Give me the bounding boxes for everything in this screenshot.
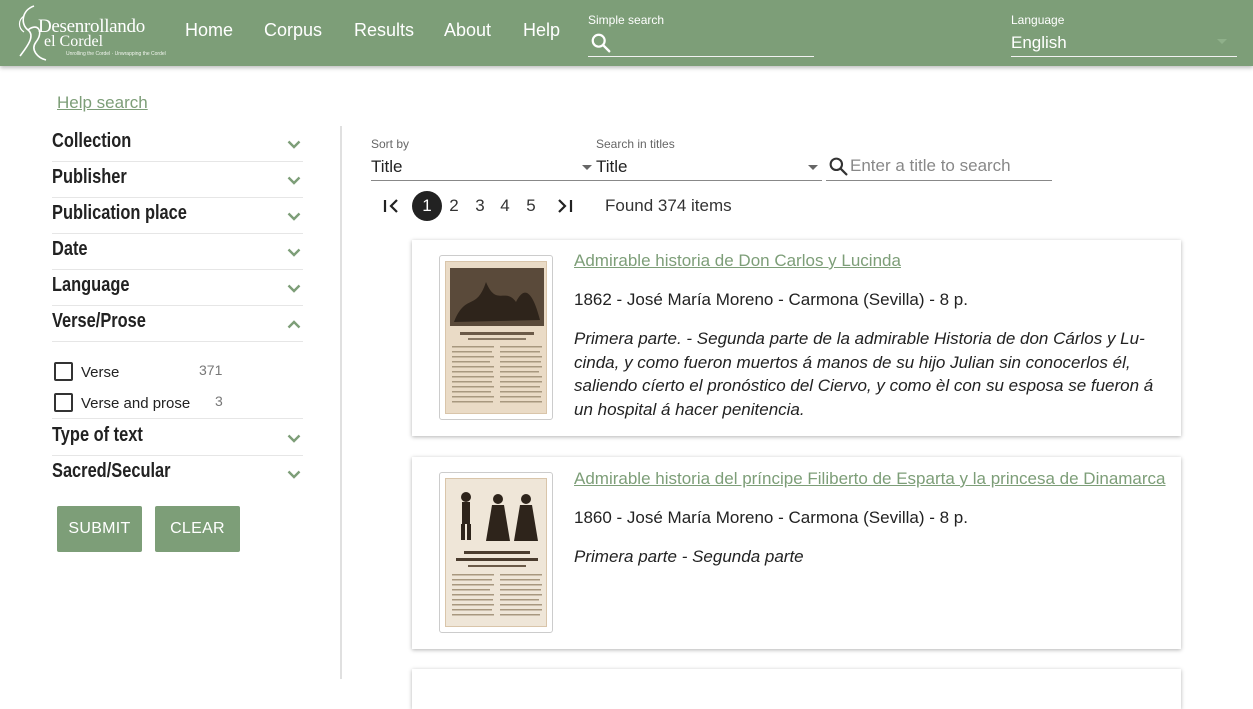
language-value: English [1011, 33, 1067, 52]
facet-label: Sacred/Secular [52, 460, 171, 482]
divider [52, 418, 303, 419]
page-button-1[interactable]: 1 [412, 191, 442, 221]
chevron-down-icon [287, 140, 301, 149]
result-thumbnail[interactable] [439, 255, 553, 420]
result-meta: 1862 - José María Moreno - Carmona (Sevi… [574, 290, 968, 309]
search-in-value: Title [596, 157, 628, 176]
facet-label: Collection [52, 130, 132, 152]
option-count: 3 [215, 393, 223, 409]
chevron-up-icon [287, 320, 301, 329]
clear-button[interactable]: CLEAR [155, 506, 240, 552]
page-button-5[interactable]: 5 [516, 191, 546, 221]
submit-button[interactable]: SUBMIT [57, 506, 142, 552]
facet-language[interactable]: Language [52, 270, 303, 306]
checkbox[interactable] [54, 393, 73, 412]
facet-option-verse[interactable]: Verse 371 [54, 360, 303, 384]
nav-about[interactable]: About [444, 20, 491, 41]
pliego-cover-image [445, 261, 547, 414]
facet-date[interactable]: Date [52, 234, 303, 270]
last-page-icon[interactable] [555, 198, 573, 214]
logo-tagline: Unrolling the Cordel · Unwrapping the Co… [66, 51, 166, 57]
facet-label: Publication place [52, 202, 187, 224]
search-in-titles-select[interactable]: Search in titles Title [596, 137, 822, 181]
facet-label: Publisher [52, 166, 127, 188]
sort-by-select[interactable]: Sort by Title [371, 137, 596, 181]
chevron-down-icon [287, 284, 301, 293]
facet-label: Type of text [52, 424, 143, 446]
result-meta: 1860 - José María Moreno - Carmona (Sevi… [574, 508, 968, 527]
nav-results[interactable]: Results [354, 20, 414, 41]
chevron-down-icon [287, 212, 301, 221]
sort-by-value: Title [371, 157, 403, 176]
result-title-link[interactable]: Admirable historia de Don Carlos y Lucin… [574, 251, 901, 271]
facet-label: Verse/Prose [52, 310, 146, 332]
facet-option-verse-and-prose[interactable]: Verse and prose 3 [54, 391, 303, 415]
result-thumbnail[interactable] [439, 472, 553, 633]
help-search-link[interactable]: Help search [57, 93, 148, 113]
pliego-cover-image [445, 478, 547, 627]
sort-by-label: Sort by [371, 137, 410, 151]
woodcut-illustration-icon [452, 492, 542, 616]
chevron-down-icon[interactable] [582, 165, 592, 170]
simple-search-field[interactable]: Simple search [588, 12, 814, 57]
option-label: Verse and prose [81, 395, 191, 412]
chevron-down-icon[interactable] [808, 165, 818, 170]
search-icon[interactable] [590, 32, 612, 54]
search-icon[interactable] [828, 156, 849, 177]
search-in-label: Search in titles [596, 137, 675, 151]
option-label: Verse [81, 364, 120, 381]
result-card [412, 669, 1181, 709]
simple-search-label: Simple search [588, 13, 665, 27]
chevron-down-icon[interactable] [1217, 39, 1227, 44]
logo-title-line2: el Cordel [44, 33, 104, 50]
chevron-down-icon [287, 176, 301, 185]
results-count: Found 374 items [605, 196, 732, 215]
site-logo[interactable]: Desenrollando el Cordel Unrolling the Co… [14, 2, 166, 64]
title-search-input[interactable] [850, 154, 1050, 178]
facet-publication-place[interactable]: Publication place [52, 198, 303, 234]
option-count: 371 [199, 362, 223, 378]
result-card: Admirable historia del príncipe Filibert… [412, 457, 1181, 649]
woodcut-illustration-icon [450, 268, 544, 403]
title-search-field[interactable] [826, 151, 1052, 181]
language-label: Language [1011, 13, 1065, 27]
language-select[interactable]: Language English [1011, 12, 1237, 57]
facet-label: Language [52, 274, 130, 296]
chevron-down-icon [287, 248, 301, 257]
checkbox[interactable] [54, 362, 73, 381]
facet-sacred-secular[interactable]: Sacred/Secular [52, 456, 303, 492]
facet-collection[interactable]: Collection [52, 126, 303, 162]
result-description: Primera parte - Segunda parte [574, 547, 804, 566]
top-navigation-bar: Desenrollando el Cordel Unrolling the Co… [0, 0, 1253, 66]
facet-verse-prose[interactable]: Verse/Prose [52, 306, 303, 342]
nav-help[interactable]: Help [523, 20, 560, 41]
nav-home[interactable]: Home [185, 20, 233, 41]
vertical-divider [340, 126, 342, 679]
result-title-link[interactable]: Admirable historia del príncipe Filibert… [574, 469, 1166, 489]
chevron-down-icon [287, 470, 301, 479]
first-page-icon[interactable] [383, 198, 401, 214]
facet-publisher[interactable]: Publisher [52, 162, 303, 198]
facet-type-of-text[interactable]: Type of text [52, 420, 303, 456]
chevron-down-icon [287, 434, 301, 443]
result-description: Primera parte. - Segunda parte de la adm… [574, 329, 1154, 419]
facet-label: Date [52, 238, 88, 260]
nav-corpus[interactable]: Corpus [264, 20, 322, 41]
result-card: Admirable historia de Don Carlos y Lucin… [412, 240, 1181, 436]
